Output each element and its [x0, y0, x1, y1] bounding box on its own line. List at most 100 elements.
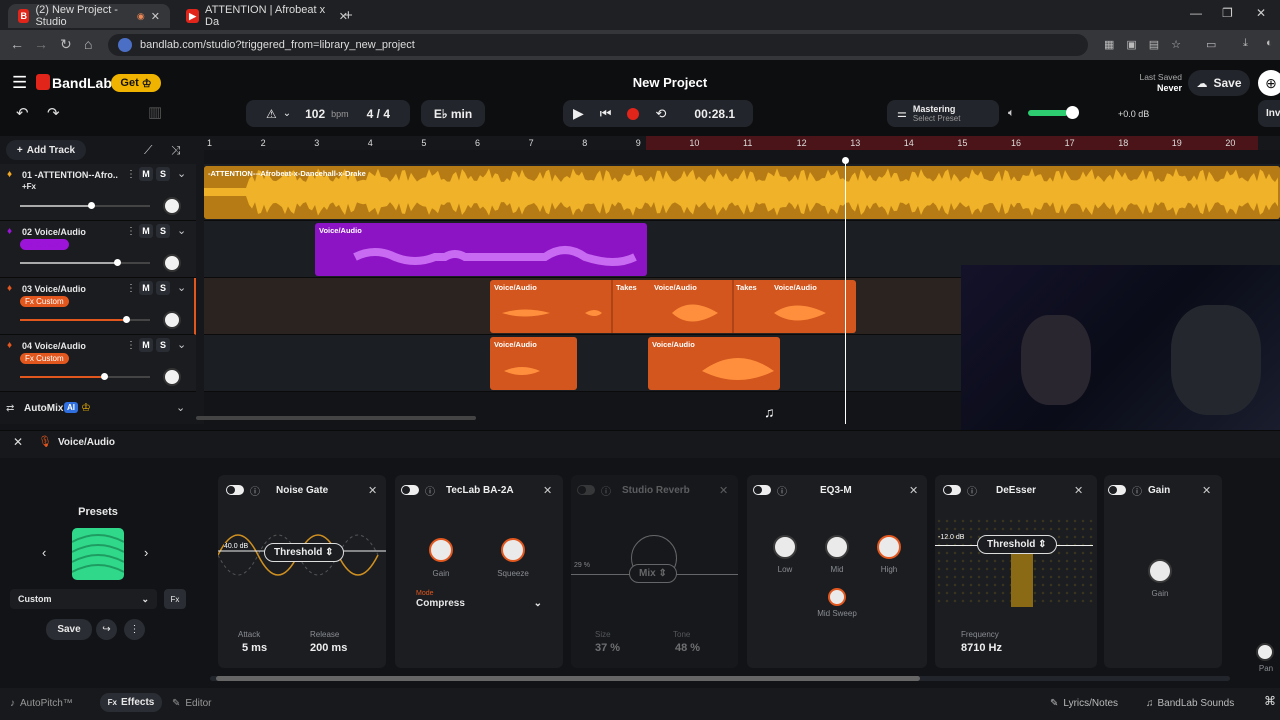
master-volume-slider[interactable] [1066, 106, 1079, 119]
autopitch-tab[interactable]: ♪ AutoPitch™ [10, 694, 73, 712]
remove-effect-icon[interactable]: ✕ [543, 484, 552, 497]
audio-clip[interactable]: -ATTENTION---Afrobeat-x-Dancehall-x-Drak… [204, 166, 1280, 219]
remove-effect-icon[interactable]: ✕ [909, 484, 918, 497]
track-name[interactable]: 02 Voice/Audio [22, 227, 118, 237]
new-tab-icon[interactable]: + [344, 7, 353, 24]
track-menu-icon[interactable]: ⋮ [126, 169, 136, 180]
project-title[interactable]: New Project [540, 75, 800, 90]
url-field[interactable]: bandlab.com/studio?triggered_from=librar… [108, 34, 1088, 56]
audio-clip[interactable]: Voice/Audio [648, 337, 780, 390]
remove-effect-icon[interactable]: ✕ [1074, 484, 1083, 497]
undo-icon[interactable]: ↶ [16, 104, 29, 122]
collapse-icon[interactable]: ⤨ [171, 143, 181, 158]
solo-button[interactable]: S [156, 338, 170, 352]
automix-label[interactable]: AutoMix [24, 403, 63, 414]
track-header[interactable]: ♦ 03 Voice/Audio ⋮ M S ⌄ Fx Custom [0, 278, 196, 335]
site-info-icon[interactable] [118, 38, 132, 52]
deesser-band[interactable] [1011, 545, 1033, 607]
pan-knob[interactable] [163, 368, 181, 386]
solo-button[interactable]: S [156, 167, 170, 181]
audio-clip[interactable]: Voice/Audio Takes Voice/Audio Takes Voic… [490, 280, 856, 333]
volume-slider-thumb[interactable] [114, 259, 121, 266]
extension-icons[interactable]: ▦▣▤☆ [1104, 38, 1193, 51]
release-value[interactable]: 200 ms [310, 642, 347, 654]
info-icon[interactable]: ⓘ [601, 483, 611, 498]
teclab-toggle[interactable] [401, 485, 419, 495]
hamburger-menu-icon[interactable]: ☰ [12, 73, 27, 93]
chevron-down-icon[interactable]: ⌄ [177, 338, 186, 351]
pan-knob[interactable] [163, 254, 181, 272]
browser-tab-attention[interactable]: ▶ ATTENTION | Afrobeat x Da ✕ [176, 4, 358, 28]
bandlab-sounds-button[interactable]: ♫ BandLab Sounds [1146, 694, 1234, 712]
takes-label[interactable]: Takes [736, 283, 757, 292]
globe-icon[interactable]: ⊕ [1258, 70, 1280, 96]
play-icon[interactable]: ▶ [573, 105, 584, 122]
sidepanel-icon[interactable]: ▭ [1206, 38, 1216, 51]
squeeze-knob[interactable] [501, 538, 525, 562]
mastering-button[interactable]: ⚌ Mastering Select Preset [887, 100, 999, 127]
pan-knob[interactable] [163, 197, 181, 215]
remove-effect-icon[interactable]: ✕ [1202, 484, 1211, 497]
metronome-icon[interactable]: ⚠ [266, 107, 277, 121]
mute-button[interactable]: M [139, 224, 153, 238]
eq-toggle[interactable] [753, 485, 771, 495]
audio-clip[interactable]: Voice/Audio [490, 337, 577, 390]
lyrics-notes-button[interactable]: ✎ Lyrics/Notes [1050, 694, 1118, 712]
share-icon[interactable]: ↪ [96, 619, 117, 640]
pan-knob[interactable] [163, 311, 181, 329]
remove-effect-icon[interactable]: ✕ [368, 484, 377, 497]
profile-icon[interactable]: ◐ [1266, 37, 1273, 49]
piano-icon[interactable]: ▥ [148, 103, 162, 121]
volume-slider-thumb[interactable] [88, 202, 95, 209]
track-name[interactable]: 04 Voice/Audio [22, 341, 118, 351]
reverb-toggle[interactable] [577, 485, 595, 495]
loop-region[interactable] [646, 136, 1258, 150]
volume-slider-thumb[interactable] [123, 316, 130, 323]
size-value[interactable]: 37 % [595, 642, 620, 654]
save-project-button[interactable]: ☁ Save [1188, 70, 1250, 96]
browser-tab-studio[interactable]: B (2) New Project - Studio ◉ ✕ [8, 4, 170, 28]
effects-tab[interactable]: Fx Effects [100, 693, 162, 712]
forward-icon[interactable]: → [34, 36, 48, 52]
redo-icon[interactable]: ↷ [47, 104, 60, 122]
volume-slider-thumb[interactable] [101, 373, 108, 380]
close-window-icon[interactable]: ✕ [1256, 6, 1266, 20]
mute-button[interactable]: M [139, 167, 153, 181]
fx-bypass-button[interactable]: Fx [164, 589, 186, 609]
chevron-down-icon[interactable]: ⌄ [176, 401, 185, 414]
mix-control[interactable]: Mix ⇕ [629, 564, 677, 583]
reload-icon[interactable]: ↻ [60, 36, 72, 53]
add-music-icon[interactable]: ♫ [764, 404, 775, 420]
more-options-icon[interactable]: ⋮ [124, 619, 145, 640]
info-icon[interactable]: ⓘ [250, 483, 260, 498]
frequency-value[interactable]: 8710 Hz [961, 642, 1002, 654]
minimize-icon[interactable]: — [1190, 6, 1202, 20]
chevron-down-icon[interactable]: ⌄ [177, 224, 186, 237]
threshold-control[interactable]: Threshold ⇕ [264, 543, 344, 562]
metronome-dropdown-icon[interactable]: ⌄ [283, 108, 291, 119]
record-icon[interactable] [627, 107, 640, 120]
gain-knob[interactable] [429, 538, 453, 562]
mode-select[interactable]: Compress ⌄ [412, 598, 546, 614]
time-signature[interactable]: 4 / 4 [367, 107, 390, 121]
playhead[interactable] [845, 160, 846, 424]
solo-button[interactable]: S [156, 224, 170, 238]
timeline-scrollbar[interactable] [196, 416, 476, 420]
preset-select[interactable]: Custom ⌄ [10, 589, 157, 609]
get-membership-button[interactable]: Get ♔ [111, 74, 161, 92]
track-menu-icon[interactable]: ⋮ [126, 283, 136, 294]
key-selector[interactable]: E♭ min [421, 100, 485, 127]
info-icon[interactable]: ⓘ [425, 483, 435, 498]
preset-prev-icon[interactable]: ‹ [42, 545, 46, 560]
maximize-icon[interactable]: ❐ [1222, 6, 1233, 20]
speaker-icon[interactable]: 🔈︎ [1008, 107, 1015, 120]
fx-badge[interactable]: Fx Custom [20, 353, 69, 364]
download-icon[interactable]: ⤓ [1243, 37, 1248, 50]
preset-save-button[interactable]: Save [46, 619, 92, 640]
gain-toggle[interactable] [1108, 485, 1126, 495]
mid-knob[interactable] [825, 535, 849, 559]
low-knob[interactable] [773, 535, 797, 559]
track-menu-icon[interactable]: ⋮ [126, 340, 136, 351]
gain-knob[interactable] [1148, 559, 1172, 583]
track-header[interactable]: ♦ 02 Voice/Audio ⋮ M S ⌄ Fx Custom [0, 221, 196, 278]
